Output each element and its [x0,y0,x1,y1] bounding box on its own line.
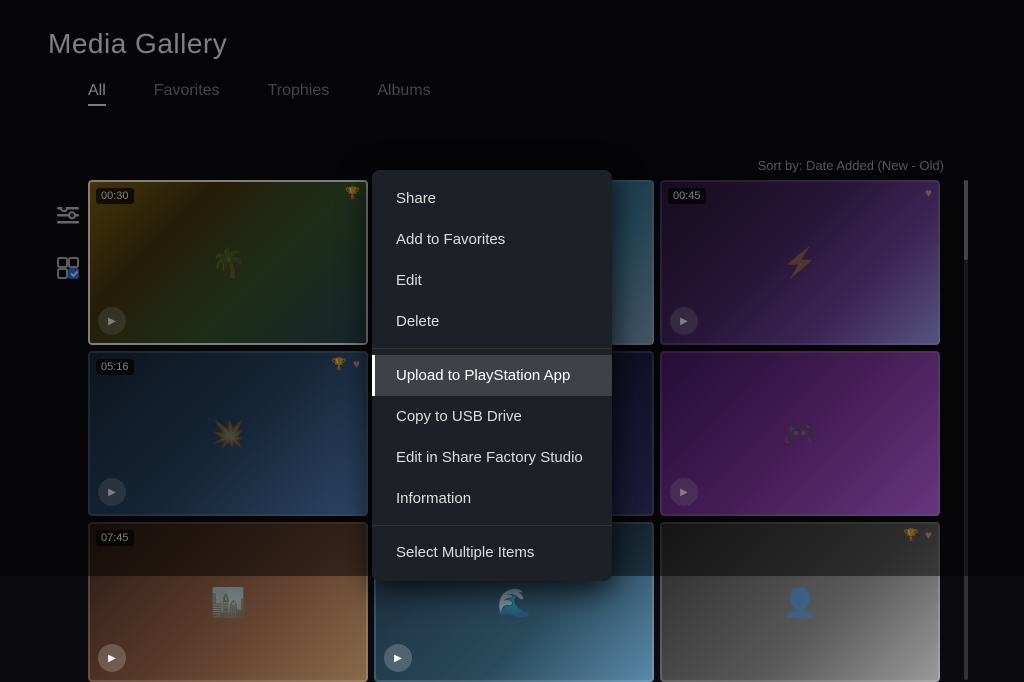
thumb-icons-4: 🏆 ♥ [332,357,360,371]
thumbnail-3[interactable]: ⚡ 00:45 ♥ ▶ [660,180,940,345]
duration-4: 05:16 [96,359,134,375]
menu-item-share-factory[interactable]: Edit in Share Factory Studio [372,437,612,478]
thumb-icons-3: ♥ [925,186,932,200]
header: Media Gallery [48,28,227,60]
play-button-8[interactable]: ▶ [384,644,412,672]
duration-1: 00:30 [96,188,134,204]
menu-divider-2 [372,525,612,526]
menu-item-delete[interactable]: Delete [372,301,612,342]
menu-item-copy-usb[interactable]: Copy to USB Drive [372,396,612,437]
duration-3: 00:45 [668,188,706,204]
thumb-icons-9: 🏆 ♥ [904,528,932,542]
scrollbar-thumb[interactable] [964,180,968,260]
nav-tabs: All Favorites Trophies Albums [88,82,431,106]
heart-icon-3: ♥ [925,186,932,200]
menu-item-upload-ps[interactable]: Upload to PlayStation App [372,355,612,396]
tab-favorites[interactable]: Favorites [154,82,220,106]
duration-7: 07:45 [96,530,134,546]
thumbnail-4[interactable]: 💥 05:16 🏆 ♥ ▶ [88,351,368,516]
tab-trophies[interactable]: Trophies [268,82,330,106]
tab-albums[interactable]: Albums [377,82,430,106]
trophy-icon-1: 🏆 [345,186,360,200]
thumbnail-9[interactable]: 👤 🏆 ♥ [660,522,940,682]
trophy-icon-9: 🏆 [904,528,919,542]
heart-icon-9: ♥ [925,528,932,542]
play-button-7[interactable]: ▶ [98,644,126,672]
page-title: Media Gallery [48,28,227,59]
thumbnail-7[interactable]: 🏙️ 07:45 ▶ [88,522,368,682]
menu-divider-1 [372,348,612,349]
menu-item-share[interactable]: Share [372,178,612,219]
play-button-4[interactable]: ▶ [98,478,126,506]
thumbnail-1[interactable]: 🌴 00:30 🏆 ▶ [88,180,368,345]
play-button-1[interactable]: ▶ [98,307,126,335]
sort-label: Sort by: Date Added (New - Old) [758,158,944,173]
context-menu: Share Add to Favorites Edit Delete Uploa… [372,170,612,581]
play-button-3[interactable]: ▶ [670,307,698,335]
play-button-6[interactable]: ▶ [670,478,698,506]
tab-all[interactable]: All [88,82,106,106]
menu-item-edit[interactable]: Edit [372,260,612,301]
heart-icon-4: ♥ [353,357,360,371]
thumb-icons-1: 🏆 [345,186,360,200]
scrollbar[interactable] [964,180,968,680]
trophy-icon-4: 🏆 [332,357,347,371]
thumbnail-6[interactable]: 🎮 ▶ [660,351,940,516]
menu-item-information[interactable]: Information [372,478,612,519]
filter-icon[interactable] [52,200,84,232]
menu-item-add-favorites[interactable]: Add to Favorites [372,219,612,260]
sidebar [52,200,84,284]
select-icon[interactable] [52,252,84,284]
menu-item-select-multiple[interactable]: Select Multiple Items [372,532,612,573]
